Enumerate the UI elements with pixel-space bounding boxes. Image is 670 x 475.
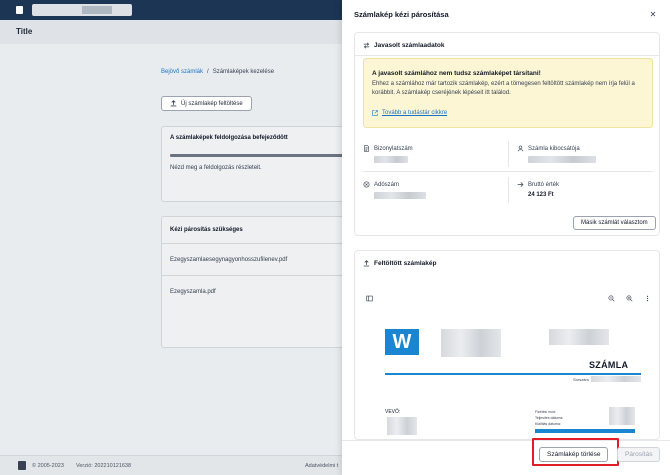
invoice-doc-title: SZÁMLA bbox=[589, 360, 629, 370]
issuer-field: Számla kibocsátója bbox=[517, 145, 647, 163]
redacted-value bbox=[374, 156, 408, 163]
redacted-value bbox=[374, 192, 426, 199]
sidebar-toggle-icon[interactable] bbox=[365, 294, 373, 302]
close-icon[interactable]: ✕ bbox=[648, 9, 658, 19]
processing-progress-bar bbox=[170, 154, 360, 157]
gross-amount-label-text: Bruttó érték bbox=[528, 181, 560, 188]
divider bbox=[162, 243, 362, 244]
upload-icon bbox=[170, 100, 177, 107]
manual-pairing-card: Kézi párosítás szükséges Ezegyszamlaeseg… bbox=[161, 216, 362, 348]
warning-text: Ehhez a számlához már tartozik számlakép… bbox=[372, 81, 635, 96]
issue-date-label: Kiállítás dátuma: bbox=[535, 422, 561, 426]
knowledge-base-link-label: Tovább a tudástár cikkre bbox=[382, 110, 448, 116]
processing-status-card: A számlaképek feldolgozása befejeződött … bbox=[161, 126, 361, 202]
breadcrumb-link-incoming-invoices[interactable]: Bejövő számlák bbox=[161, 69, 203, 75]
swap-arrows-icon bbox=[363, 42, 370, 49]
fulfilment-date-label: Teljesítés dátuma: bbox=[535, 416, 564, 420]
preview-toolbar bbox=[363, 291, 653, 305]
file-list-item[interactable]: Ezegyszamlaesegynagyonhosszufilenev.pdf bbox=[170, 257, 287, 263]
manual-pairing-drawer: Számlakép kézi párosítása ✕ Javasolt szá… bbox=[342, 0, 670, 475]
drawer-footer: Számlakép törlése Párosítás bbox=[342, 438, 670, 475]
drawer-header: Számlakép kézi párosítása ✕ bbox=[342, 0, 670, 28]
knowledge-base-link[interactable]: Tovább a tudástár cikkre bbox=[372, 110, 447, 116]
breadcrumb-current: Számlaképek kezelése bbox=[212, 69, 275, 75]
divider bbox=[508, 177, 509, 203]
upload-icon bbox=[363, 260, 370, 267]
app-search-input[interactable] bbox=[32, 4, 132, 16]
zoom-out-icon[interactable] bbox=[607, 294, 615, 302]
processing-card-text[interactable]: Nézd meg a feldolgozás részleteit. bbox=[170, 165, 262, 171]
gross-amount-label: Bruttó érték bbox=[517, 181, 647, 188]
footer-logo-icon bbox=[18, 461, 26, 470]
user-icon bbox=[517, 145, 524, 152]
divider bbox=[508, 141, 509, 167]
suggested-invoice-section: Javasolt számlaadatok A javasolt számláh… bbox=[354, 32, 660, 236]
tax-number-field: Adószám bbox=[363, 181, 503, 199]
payment-method-label: Fizetési mód: bbox=[535, 410, 556, 414]
document-icon bbox=[364, 145, 369, 152]
issuer-label: Számla kibocsátója bbox=[517, 145, 647, 152]
redacted-block bbox=[387, 417, 417, 435]
breadcrumb: Bejövő számlák / Számlaképek kezelése bbox=[161, 69, 274, 75]
breadcrumb-separator: / bbox=[207, 69, 209, 75]
divider bbox=[355, 55, 659, 56]
invoice-serial-label: Sorszám bbox=[573, 377, 589, 382]
uploaded-section-title: Feltöltött számlakép bbox=[374, 260, 437, 267]
pair-button[interactable]: Párosítás bbox=[617, 447, 661, 462]
receipt-number-label-text: Bizonylatszám bbox=[374, 145, 413, 152]
divider bbox=[162, 275, 362, 276]
arrow-right-icon bbox=[517, 182, 524, 187]
circle-x-icon bbox=[363, 181, 370, 188]
redacted-block bbox=[591, 376, 641, 382]
zoom-in-icon[interactable] bbox=[625, 294, 633, 302]
warning-title: A javasolt számlához nem tudsz számlakép… bbox=[372, 70, 541, 77]
drawer-title: Számlakép kézi párosítása bbox=[354, 10, 449, 19]
gross-amount-field: Bruttó érték 24 123 Ft bbox=[517, 181, 647, 198]
upload-invoice-image-button[interactable]: Új számlakép feltöltése bbox=[161, 96, 252, 111]
vendor-logo: W bbox=[385, 329, 419, 355]
redacted-block bbox=[441, 329, 501, 357]
page-title: Title bbox=[16, 27, 33, 36]
app-logo-icon[interactable] bbox=[16, 6, 23, 14]
invoice-image-preview[interactable]: W SZÁMLA Sorszám VEVŐ: Fizetési mód: Tel… bbox=[363, 309, 653, 439]
suggested-section-heading: Javasolt számlaadatok bbox=[363, 42, 444, 49]
divider bbox=[363, 171, 653, 172]
manual-card-title: Kézi párosítás szükséges bbox=[170, 227, 243, 233]
delete-invoice-image-button[interactable]: Számlakép törlése bbox=[539, 447, 609, 462]
footer-copyright: © 2005-2023 bbox=[32, 463, 64, 469]
external-link-icon bbox=[372, 110, 378, 116]
footer-version: Verzió: 202210121638 bbox=[76, 463, 132, 469]
redacted-block bbox=[609, 407, 635, 425]
file-list-item[interactable]: Ezegyszamla.pdf bbox=[170, 289, 216, 295]
warning-alert: A javasolt számlához nem tudsz számlakép… bbox=[363, 58, 653, 128]
redacted-value bbox=[528, 156, 596, 163]
progress-fill bbox=[170, 154, 360, 157]
tax-number-label: Adószám bbox=[363, 181, 503, 188]
upload-button-label: Új számlakép feltöltése bbox=[181, 100, 243, 107]
buyer-label: VEVŐ: bbox=[385, 409, 401, 415]
uploaded-image-section: Feltöltött számlakép W SZÁMLA Sorszám VE… bbox=[354, 250, 660, 440]
receipt-number-label: Bizonylatszám bbox=[363, 145, 503, 152]
suggested-section-title: Javasolt számlaadatok bbox=[374, 42, 445, 49]
tax-number-label-text: Adószám bbox=[374, 181, 400, 188]
footer-privacy-link[interactable]: Adatvédelmi t bbox=[305, 463, 338, 469]
more-options-icon[interactable] bbox=[643, 294, 651, 302]
choose-other-invoice-button[interactable]: Másik számlát választom bbox=[573, 216, 656, 230]
invoice-rule bbox=[535, 429, 635, 433]
redacted-block bbox=[549, 329, 609, 345]
invoice-rule bbox=[385, 373, 641, 375]
receipt-number-field: Bizonylatszám bbox=[363, 145, 503, 163]
processing-card-title: A számlaképek feldolgozása befejeződött bbox=[170, 135, 288, 141]
uploaded-section-heading: Feltöltött számlakép bbox=[363, 260, 436, 267]
gross-amount-value: 24 123 Ft bbox=[528, 192, 554, 198]
issuer-label-text: Számla kibocsátója bbox=[528, 145, 580, 152]
